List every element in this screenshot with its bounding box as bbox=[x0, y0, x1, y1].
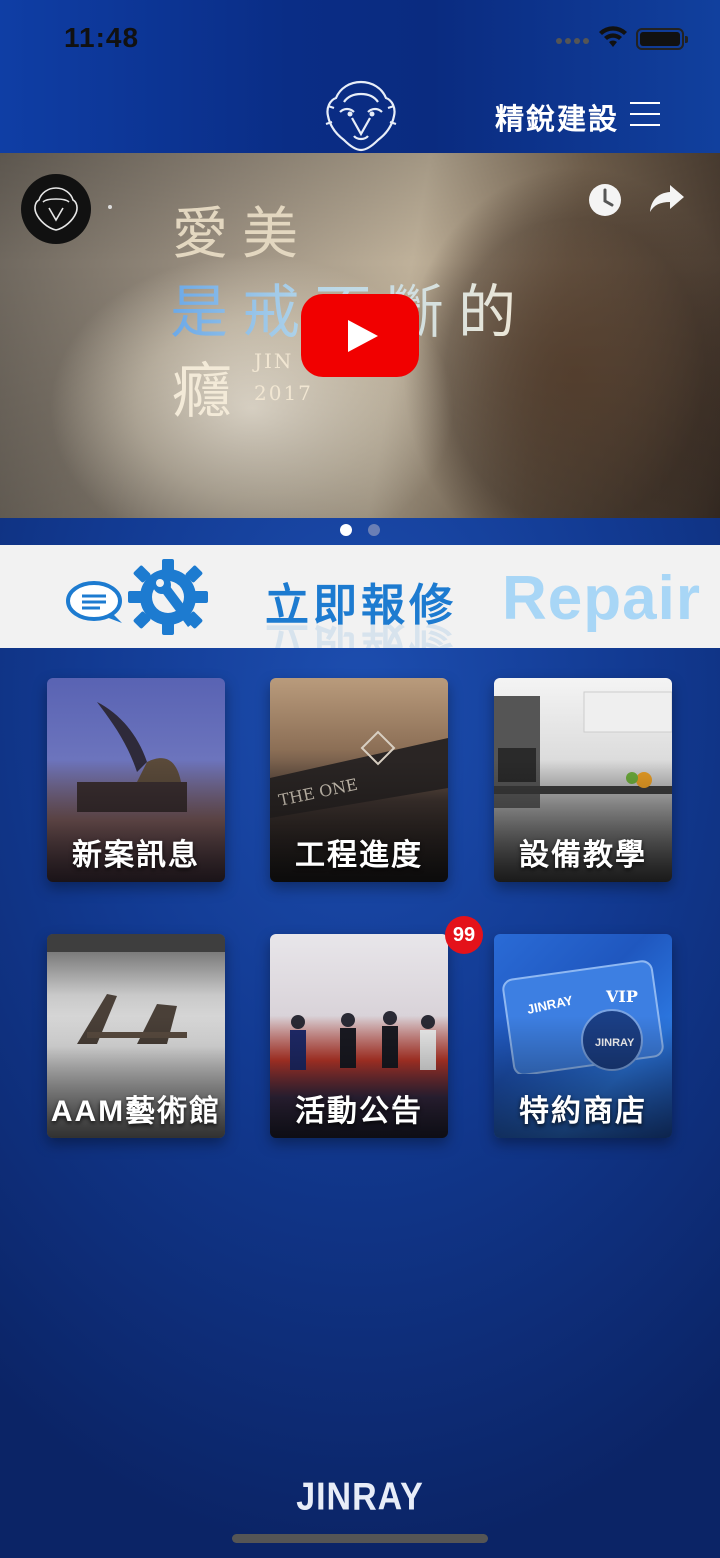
status-bar: 11:48 bbox=[0, 0, 720, 80]
vip-card-icon: JINRAY VIP JINRAY bbox=[502, 960, 664, 1074]
svg-text:THE ONE: THE ONE bbox=[277, 775, 359, 810]
gallery-sculpture-icon bbox=[47, 934, 225, 1044]
chat-bubble-icon bbox=[66, 581, 122, 623]
kitchen-icon bbox=[494, 691, 672, 808]
building-sign-icon: THE ONE bbox=[270, 730, 448, 818]
hamburger-menu-icon[interactable] bbox=[630, 100, 662, 130]
youtube-play-button[interactable] bbox=[301, 294, 419, 377]
status-time: 11:48 bbox=[64, 22, 140, 53]
notification-badge: 99 bbox=[445, 916, 483, 954]
lion-logo-icon[interactable] bbox=[322, 78, 400, 152]
carousel-dot-2[interactable] bbox=[368, 524, 380, 536]
share-icon[interactable] bbox=[648, 183, 686, 213]
signal-icon bbox=[556, 38, 590, 46]
svg-text:JINRAY: JINRAY bbox=[595, 1037, 635, 1049]
tile-partner-stores[interactable]: JINRAY VIP JINRAY 特約商店 bbox=[494, 934, 672, 1138]
video-title-line1: 愛美 bbox=[172, 202, 312, 267]
tile-construction-progress[interactable]: THE ONE 工程進度 bbox=[270, 678, 448, 882]
quartet-performers-icon bbox=[290, 1011, 436, 1070]
wifi-icon bbox=[599, 26, 627, 47]
gear-wrench-icon bbox=[128, 559, 208, 635]
tile-label: 工程進度 bbox=[295, 839, 423, 872]
tile-event-announcements[interactable]: 活動公告 bbox=[270, 934, 448, 1138]
tile-new-projects[interactable]: 新案訊息 bbox=[47, 678, 225, 882]
video-subtitle-jin: JIN bbox=[254, 349, 294, 373]
channel-avatar[interactable] bbox=[21, 174, 91, 244]
video-carousel[interactable]: 愛美 是戒不斷的 癮 JIN 2017 bbox=[0, 153, 720, 518]
carousel-dot-1[interactable] bbox=[340, 524, 352, 536]
channel-separator-dot bbox=[108, 205, 112, 209]
tile-aam-art-museum[interactable]: AAM藝術館 bbox=[47, 934, 225, 1138]
tile-label: AAM藝術館 bbox=[50, 1095, 222, 1128]
svg-text:VIP: VIP bbox=[605, 987, 638, 1006]
brand-title: 精銳建設 bbox=[495, 104, 620, 136]
lion-logo-icon bbox=[34, 187, 78, 231]
header-bar: 精銳建設 bbox=[0, 78, 720, 153]
tile-label: 設備教學 bbox=[519, 839, 647, 872]
video-title-line3: 癮 bbox=[172, 357, 246, 427]
footer-brand-logo: JINRAY bbox=[296, 1475, 424, 1519]
winged-sculpture-icon bbox=[77, 702, 187, 812]
carousel-dots bbox=[0, 524, 720, 540]
home-indicator[interactable] bbox=[232, 1534, 488, 1543]
battery-icon bbox=[636, 28, 688, 50]
video-year: 2017 bbox=[254, 381, 313, 405]
repair-label-en: Repair bbox=[502, 564, 701, 633]
tile-label: 新案訊息 bbox=[72, 839, 200, 872]
repair-banner[interactable]: 立即報修 立即報修 Repair bbox=[0, 545, 720, 648]
tile-label: 活動公告 bbox=[295, 1095, 423, 1128]
clock-icon[interactable] bbox=[586, 181, 624, 219]
tile-equipment-tutorial[interactable]: 設備教學 bbox=[494, 678, 672, 882]
tile-label: 特約商店 bbox=[519, 1095, 647, 1128]
repair-label-reflection: 立即報修 bbox=[265, 618, 457, 648]
